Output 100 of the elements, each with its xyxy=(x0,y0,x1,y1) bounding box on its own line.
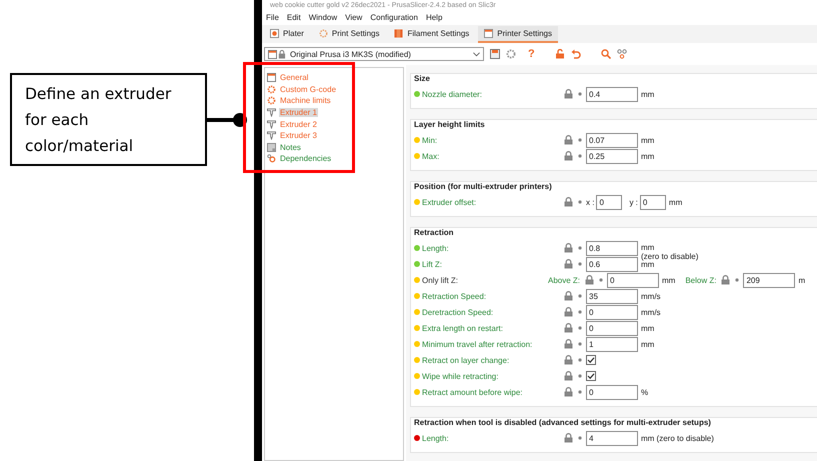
input-field[interactable]: 209 xyxy=(743,272,796,288)
menu-item[interactable]: Edit xyxy=(286,13,301,22)
input-field[interactable]: 0.8 xyxy=(586,240,638,256)
input-field[interactable]: 0 xyxy=(586,304,638,320)
undo-icon[interactable] xyxy=(570,49,581,59)
input-field[interactable]: 1 xyxy=(586,336,638,352)
dot-icon[interactable] xyxy=(578,326,582,330)
menu-item[interactable]: Window xyxy=(308,13,338,22)
unit-label: % xyxy=(641,388,648,396)
input-field[interactable]: 35 xyxy=(586,288,638,304)
note-icon xyxy=(267,142,276,152)
window-lock-icon xyxy=(268,50,286,58)
lock-icon[interactable] xyxy=(564,291,573,301)
axis-label: y : xyxy=(629,198,638,206)
menu-item[interactable]: View xyxy=(345,13,362,22)
dot-icon[interactable] xyxy=(599,278,604,282)
unit-label: mm xyxy=(641,260,654,268)
setting-label: Retract amount before wipe: xyxy=(422,388,522,396)
lock-icon[interactable] xyxy=(721,275,730,285)
unit-label: m xyxy=(798,276,806,284)
lock-icon[interactable] xyxy=(564,151,573,161)
unit-label: mm (zero to disable) xyxy=(641,434,714,442)
menu-item[interactable]: Help xyxy=(426,13,442,22)
input-field[interactable]: 0.6 xyxy=(586,256,638,272)
dot-icon[interactable] xyxy=(578,436,582,440)
dot-icon[interactable] xyxy=(578,310,582,314)
dot-icon[interactable] xyxy=(578,390,582,394)
tree-item[interactable]: Notes xyxy=(279,142,302,152)
input-field[interactable]: 0 xyxy=(640,194,666,210)
lock-icon[interactable] xyxy=(564,323,573,333)
input-field[interactable]: 0 xyxy=(596,194,622,210)
input-field[interactable]: 4 xyxy=(586,430,638,446)
input-field[interactable]: 0.07 xyxy=(586,132,638,148)
unit-label: mm xyxy=(641,136,654,144)
dot-icon[interactable] xyxy=(578,358,582,362)
gear-icon xyxy=(318,29,328,38)
unit-label: mm xyxy=(641,243,656,252)
dot-icon[interactable] xyxy=(578,92,582,96)
unit-label: mm/s xyxy=(641,308,661,316)
axis-label: x : xyxy=(586,198,594,206)
setting-label: Lift Z: xyxy=(422,260,442,268)
dot-icon[interactable] xyxy=(578,374,582,378)
setting-label: Min: xyxy=(422,136,438,144)
lock-icon[interactable] xyxy=(564,387,573,397)
unit-label: mm xyxy=(662,276,676,284)
tab[interactable]: Printer Settings xyxy=(478,26,558,43)
unit-label: mm/s xyxy=(641,292,661,300)
setting-label: Max: xyxy=(422,152,440,160)
dot-icon[interactable] xyxy=(578,294,582,298)
group-title: Retraction when tool is disabled (advanced settings for multi-extruder setups) xyxy=(414,418,713,430)
lock-icon[interactable] xyxy=(554,49,565,59)
setting-label: Nozzle diameter: xyxy=(422,90,482,98)
callout-text: Define an extruder for each color/material xyxy=(10,73,207,166)
dot-icon[interactable] xyxy=(578,154,582,158)
checkbox[interactable] xyxy=(586,371,596,381)
lock-icon[interactable] xyxy=(564,371,573,381)
leader-line xyxy=(207,112,248,128)
dot-icon[interactable] xyxy=(578,262,582,266)
save-icon[interactable] xyxy=(490,49,500,59)
setting-label: Length: xyxy=(422,434,449,442)
lock-icon[interactable] xyxy=(564,89,573,99)
lock-icon[interactable] xyxy=(564,339,573,349)
tree-item[interactable]: Dependencies xyxy=(279,154,332,164)
input-field[interactable]: 0 xyxy=(586,320,638,336)
lock-icon[interactable] xyxy=(564,355,573,365)
dot-icon[interactable] xyxy=(578,246,582,250)
group-title: Layer height limits xyxy=(414,120,487,132)
settings-icon[interactable] xyxy=(506,49,516,59)
search-icon[interactable] xyxy=(600,49,611,59)
input-field[interactable]: 0 xyxy=(607,272,660,288)
lock-icon[interactable] xyxy=(564,197,573,207)
lock-icon[interactable] xyxy=(585,275,594,285)
window-icon xyxy=(484,29,494,38)
hint-text: (zero to disable) xyxy=(641,252,698,261)
dot-icon[interactable] xyxy=(735,278,740,282)
lock-icon[interactable] xyxy=(564,135,573,145)
page-icon xyxy=(267,73,276,82)
lock-icon[interactable] xyxy=(564,307,573,317)
checkbox[interactable] xyxy=(586,355,596,365)
setting-label: Below Z: xyxy=(685,276,716,284)
menu-item[interactable]: File xyxy=(266,13,279,22)
dot-icon[interactable] xyxy=(578,342,582,346)
lock-icon[interactable] xyxy=(564,259,573,269)
setting-label: Length: xyxy=(422,244,449,252)
link-icon xyxy=(267,154,276,164)
input-field[interactable]: 0.25 xyxy=(586,148,638,164)
preset-dropdown[interactable]: Original Prusa i3 MK3S (modified) xyxy=(264,47,484,61)
dot-icon[interactable] xyxy=(578,200,582,204)
dot-icon[interactable] xyxy=(578,138,582,142)
menu-item[interactable]: Configuration xyxy=(370,13,418,22)
input-field[interactable]: 0 xyxy=(586,384,638,400)
input-field[interactable]: 0.4 xyxy=(586,86,638,102)
setting-label: Retract on layer change: xyxy=(422,356,510,364)
unit-label: mm xyxy=(641,324,654,332)
chevron-icon xyxy=(473,52,480,56)
lock-icon[interactable] xyxy=(564,243,573,253)
plater-icon xyxy=(270,29,279,38)
unit-label: mm xyxy=(668,198,682,206)
unit-label: mm xyxy=(641,90,654,98)
lock-icon[interactable] xyxy=(564,433,573,443)
